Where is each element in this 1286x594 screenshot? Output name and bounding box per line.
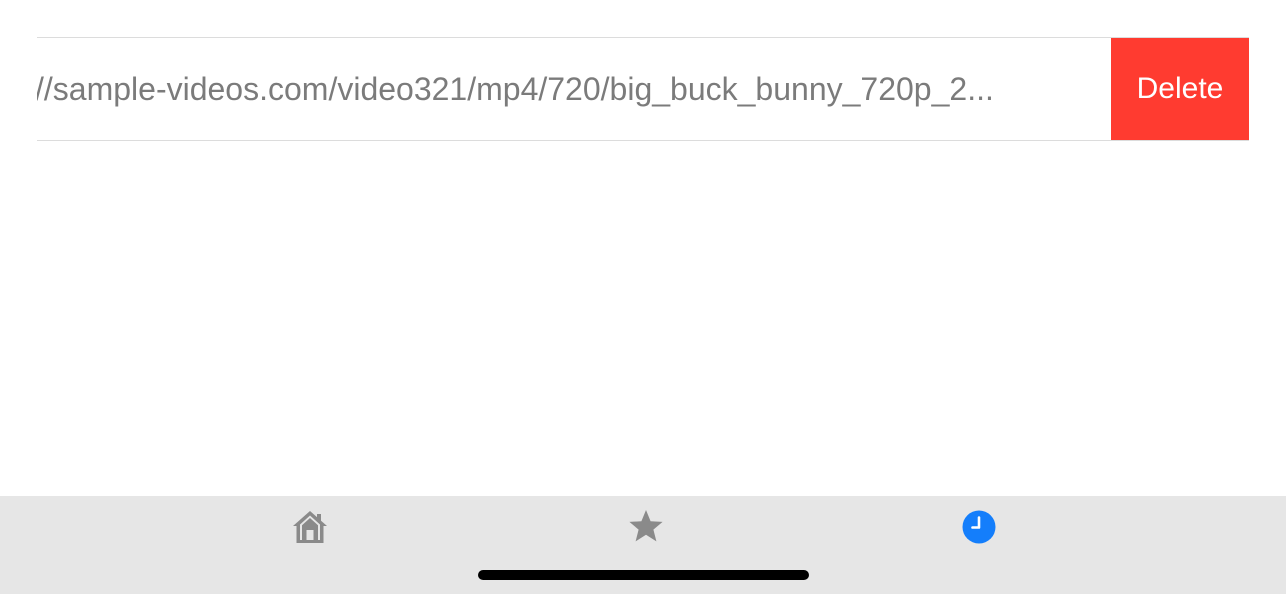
clock-icon <box>962 510 996 544</box>
history-url-text[interactable]: //sample-videos.com/video321/mp4/720/big… <box>37 38 1095 140</box>
home-icon <box>293 511 327 543</box>
star-icon <box>629 510 663 542</box>
tab-home[interactable] <box>280 502 340 552</box>
list-item[interactable]: //sample-videos.com/video321/mp4/720/big… <box>37 37 1249 141</box>
tab-history[interactable] <box>949 502 1009 552</box>
delete-button[interactable]: Delete <box>1111 38 1249 140</box>
tab-favorites[interactable] <box>616 502 676 552</box>
home-indicator <box>478 570 809 580</box>
tab-bar <box>0 496 1286 594</box>
history-content: //sample-videos.com/video321/mp4/720/big… <box>0 0 1286 496</box>
